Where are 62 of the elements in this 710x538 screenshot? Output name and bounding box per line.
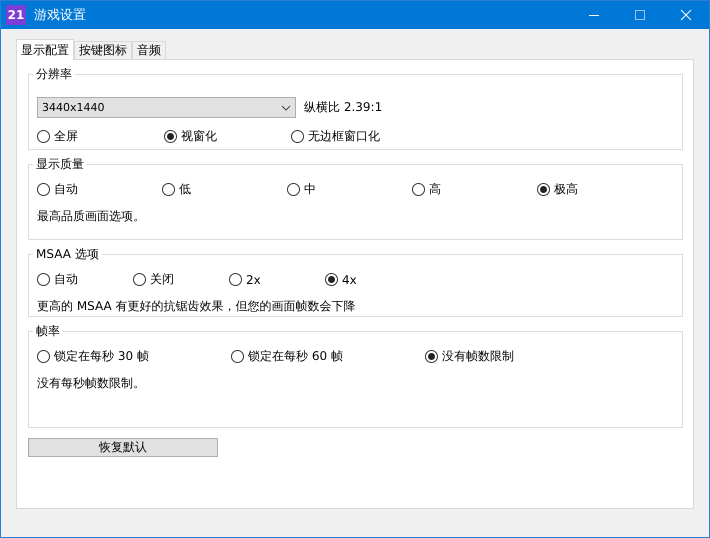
radio-label: 锁定在每秒 60 帧 — [248, 348, 343, 365]
radio-option[interactable]: 中 — [287, 181, 412, 198]
group-title: 分辨率 — [35, 66, 73, 83]
radio-option[interactable]: 4x — [325, 271, 421, 288]
radio-label: 高 — [429, 181, 441, 198]
radio-option[interactable]: 无边框窗口化 — [291, 128, 418, 145]
radio-label: 无边框窗口化 — [308, 128, 380, 145]
radio-button[interactable] — [37, 183, 50, 196]
tab[interactable]: 音频 — [132, 41, 166, 59]
radio-label: 2x — [246, 272, 261, 286]
aspect-ratio-label: 纵横比 2.39:1 — [304, 99, 382, 116]
dropdown-value: 3440x1440 — [42, 101, 104, 114]
radio-label: 自动 — [54, 271, 78, 288]
radio-label: 中 — [304, 181, 316, 198]
radio-option[interactable]: 2x — [229, 271, 325, 288]
group-title: 显示质量 — [35, 156, 85, 173]
radio-button[interactable] — [164, 130, 177, 143]
radio-option[interactable]: 没有帧数限制 — [425, 348, 619, 365]
radio-button[interactable] — [537, 183, 550, 196]
radio-label: 自动 — [54, 181, 78, 198]
radio-option[interactable]: 极高 — [537, 181, 662, 198]
radio-option[interactable]: 高 — [412, 181, 537, 198]
description-text: 更高的 MSAA 有更好的抗锯齿效果，但您的画面帧数会下降 — [37, 298, 357, 315]
radio-button[interactable] — [37, 273, 50, 286]
radio-button[interactable] — [425, 350, 438, 363]
group-title: MSAA 选项 — [35, 246, 100, 263]
radio-button[interactable] — [412, 183, 425, 196]
tab[interactable]: 显示配置 — [16, 39, 74, 60]
radio-button[interactable] — [37, 350, 50, 363]
radio-label: 视窗化 — [181, 128, 217, 145]
radio-button[interactable] — [133, 273, 146, 286]
description-text: 最高品质画面选项。 — [37, 208, 146, 225]
radio-option[interactable]: 全屏 — [37, 128, 164, 145]
radio-option[interactable]: 视窗化 — [164, 128, 291, 145]
radio-label: 锁定在每秒 30 帧 — [54, 348, 149, 365]
group-title: 帧率 — [35, 323, 61, 340]
radio-button[interactable] — [287, 183, 300, 196]
radio-label: 全屏 — [54, 128, 78, 145]
radio-label: 4x — [342, 272, 357, 286]
radio-label: 低 — [179, 181, 191, 198]
radio-label: 没有帧数限制 — [442, 348, 514, 365]
radio-option[interactable]: 自动 — [37, 271, 133, 288]
radio-button[interactable] — [231, 350, 244, 363]
radio-option[interactable]: 自动 — [37, 181, 162, 198]
tab[interactable]: 按键图标 — [74, 41, 132, 59]
radio-option[interactable]: 锁定在每秒 60 帧 — [231, 348, 425, 365]
radio-label: 极高 — [554, 181, 578, 198]
radio-button[interactable] — [325, 273, 338, 286]
caret-icon — [281, 104, 291, 110]
radio-option[interactable]: 关闭 — [133, 271, 229, 288]
radio-button[interactable] — [162, 183, 175, 196]
radio-button[interactable] — [229, 273, 242, 286]
radio-button[interactable] — [291, 130, 304, 143]
radio-option[interactable]: 锁定在每秒 30 帧 — [37, 348, 231, 365]
app-icon: 21 — [6, 5, 26, 25]
reset-button[interactable]: 恢复默认 — [28, 438, 218, 457]
resolution-dropdown[interactable]: 3440x1440 — [37, 97, 296, 118]
description-text: 没有每秒帧数限制。 — [37, 375, 146, 392]
radio-label: 关闭 — [150, 271, 174, 288]
radio-option[interactable]: 低 — [162, 181, 287, 198]
window-title: 游戏设置 — [34, 7, 86, 24]
radio-button[interactable] — [37, 130, 50, 143]
